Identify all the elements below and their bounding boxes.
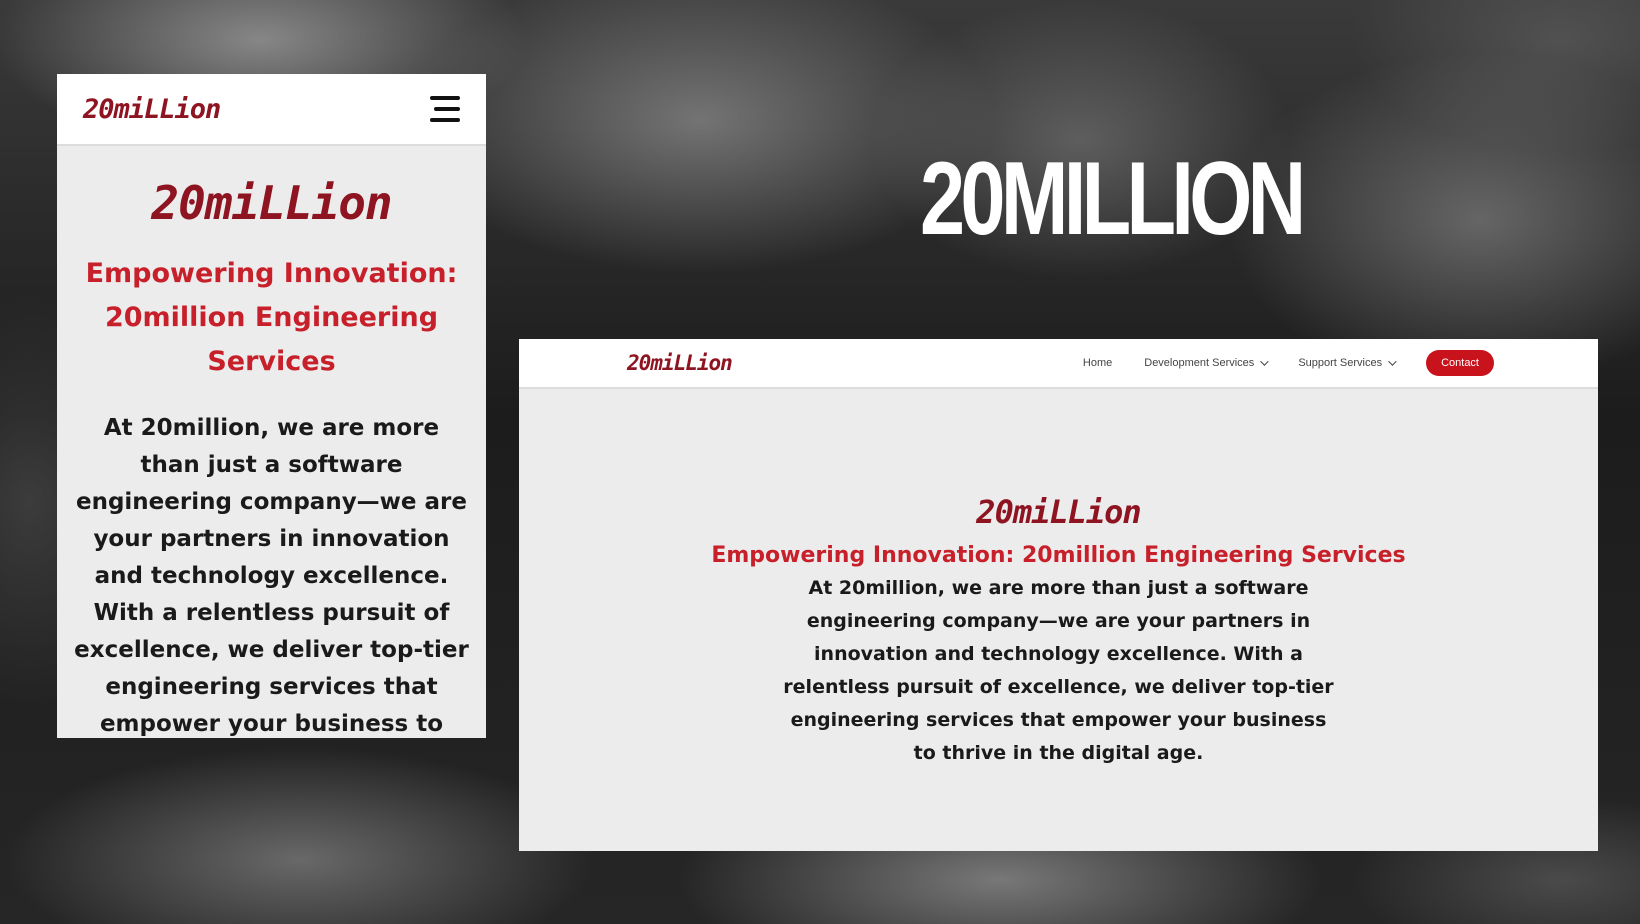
- desktop-hero: 20miLLion Empowering Innovation: 20milli…: [519, 389, 1598, 770]
- nav-home[interactable]: Home: [1083, 357, 1112, 369]
- nav-development-label: Development Services: [1144, 357, 1255, 369]
- banner-title: 20MILLION: [920, 141, 1306, 257]
- nav-support-label: Support Services: [1298, 357, 1383, 369]
- desktop-navbar: 20miLLion Home Development Services Supp…: [519, 339, 1598, 389]
- chevron-down-icon: [1260, 357, 1269, 366]
- chevron-down-icon: [1388, 357, 1397, 366]
- mobile-hero: 20miLLion Empowering Innovation: 20milli…: [57, 146, 486, 738]
- desktop-hero-text: At 20million, we are more than just a so…: [783, 577, 1334, 764]
- hamburger-icon[interactable]: [430, 96, 460, 122]
- desktop-hero-logo: 20miLLion: [976, 493, 1141, 531]
- mobile-hero-title: Empowering Innovation: 20million Enginee…: [85, 258, 458, 377]
- desktop-nav-logo[interactable]: 20miLLion: [627, 351, 733, 375]
- nav-home-label: Home: [1082, 357, 1113, 369]
- desktop-hero-title: Empowering Innovation: 20million Enginee…: [711, 543, 1406, 568]
- mobile-preview: 20miLLion 20miLLion Empowering Innovatio…: [57, 74, 486, 738]
- mobile-header-logo[interactable]: 20miLLion: [83, 94, 221, 125]
- nav-links: Home Development Services Support Servic…: [1051, 339, 1494, 387]
- mobile-hero-logo: 20miLLion: [151, 176, 392, 230]
- desktop-preview: 20miLLion Home Development Services Supp…: [519, 339, 1598, 851]
- mobile-header: 20miLLion: [57, 74, 486, 146]
- mobile-hero-text: At 20million, we are more than just a so…: [74, 415, 469, 737]
- nav-development-services[interactable]: Development Services: [1144, 357, 1269, 369]
- contact-button[interactable]: Contact: [1426, 350, 1494, 376]
- nav-support-services[interactable]: Support Services: [1298, 357, 1397, 369]
